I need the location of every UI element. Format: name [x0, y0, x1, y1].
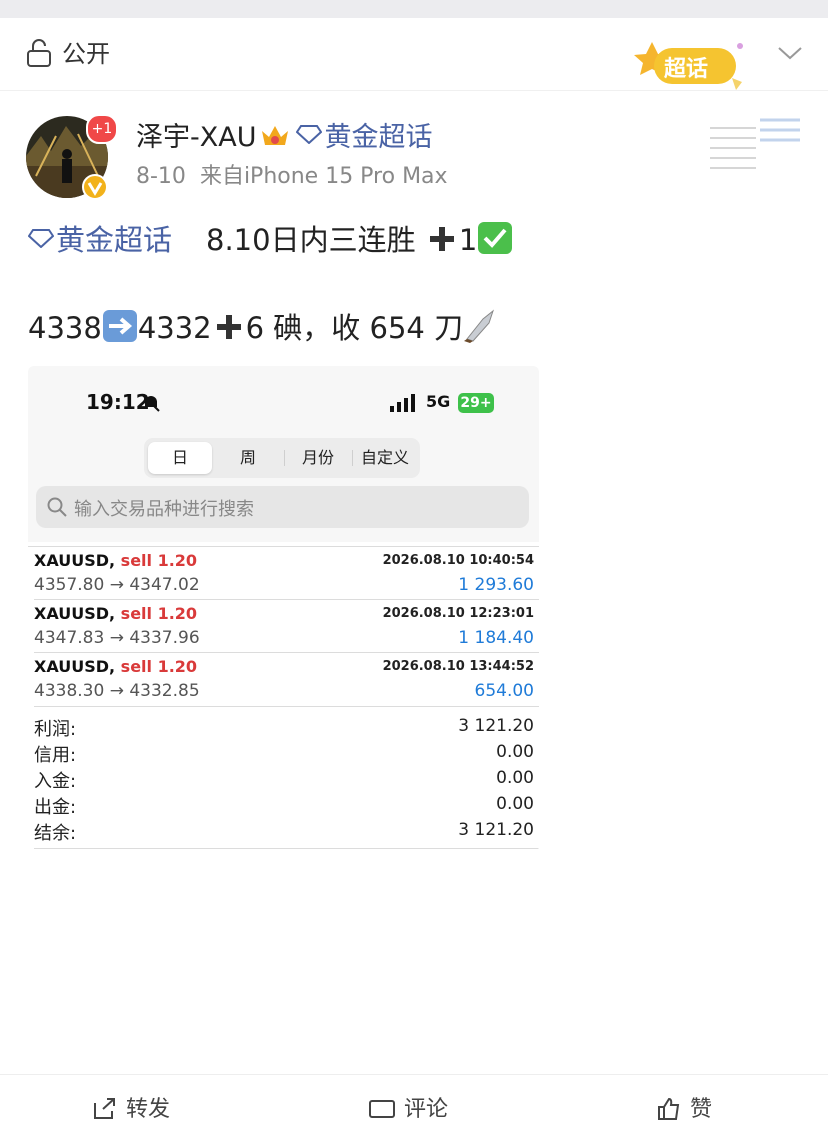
knife-icon	[464, 309, 495, 343]
crown-icon	[262, 126, 289, 145]
trade-symbol-label: XAUUSD,	[34, 604, 116, 623]
divider	[34, 706, 539, 707]
post-source: 来自iPhone 15 Pro Max	[199, 164, 448, 189]
trade-side: sell 1.20	[120, 551, 198, 570]
status-network: 5G	[426, 392, 451, 411]
author-topic-link[interactable]: 黄金超话	[290, 122, 432, 153]
tab-divider	[352, 450, 353, 466]
supertopic-badge-label: 超话	[664, 57, 709, 82]
post-meta: 8-10 来自iPhone 15 Pro Max	[136, 162, 462, 192]
summary-value-deposit: 0.00	[496, 768, 534, 788]
author-line: 泽宇-XAU 黄金超话	[136, 120, 432, 156]
trade-time: 2026.08.10 10:40:54	[382, 553, 534, 568]
post-date: 8-10	[136, 164, 186, 189]
search-input[interactable]: 输入交易品种进行搜索	[36, 486, 529, 528]
tab-custom[interactable]: 自定义	[354, 442, 416, 474]
post-topic-link[interactable]: 黄金超话	[28, 223, 172, 257]
trade-symbol: XAUUSD, sell 1.20	[34, 657, 197, 676]
summary-value-withdrawal: 0.00	[496, 794, 534, 814]
trade-profit: 654.00	[474, 681, 534, 701]
like-label: 赞	[690, 1097, 713, 1122]
summary-label-balance: 结余:	[34, 823, 77, 844]
tab-day[interactable]: 日	[148, 442, 212, 474]
summary-value-credit: 0.00	[496, 742, 534, 762]
post-topic-label: 黄金超话	[56, 223, 173, 257]
summary-label-credit: 信用:	[34, 745, 77, 766]
post-line2-price-b: 4332	[137, 311, 212, 345]
author-name[interactable]: 泽宇-XAU	[136, 122, 256, 153]
trade-prices: 4357.80 → 4347.02	[34, 575, 200, 595]
visibility-label[interactable]: 公开	[62, 38, 110, 70]
notification-badge: +1	[86, 114, 118, 144]
comment-icon	[369, 1100, 395, 1118]
comment-button[interactable]: 评论	[368, 1091, 448, 1123]
trade-time: 2026.08.10 12:23:01	[382, 606, 534, 621]
post-line2-result: 6 碘，收 654 刀	[245, 311, 464, 345]
trade-symbol: XAUUSD, sell 1.20	[34, 604, 197, 623]
trade-time: 2026.08.10 13:44:52	[382, 659, 534, 674]
divider	[28, 546, 539, 547]
trade-symbol-label: XAUUSD,	[34, 551, 116, 570]
trade-screenshot[interactable]: 19:12 5G 29+ 日 周 月份 自定义 输入交易品种进行搜索 XAUUS…	[28, 366, 539, 852]
repost-label: 转发	[126, 1097, 171, 1122]
summary-label-withdrawal: 出金:	[34, 797, 77, 818]
action-bar: 转发 评论 赞	[0, 1074, 828, 1122]
signal-icon	[390, 394, 415, 412]
trade-side: sell 1.20	[120, 657, 198, 676]
repost-button[interactable]: 转发	[92, 1091, 170, 1123]
summary-value-profit: 3 121.20	[458, 716, 534, 736]
search-placeholder: 输入交易品种进行搜索	[74, 499, 254, 520]
comment-label: 评论	[404, 1097, 449, 1122]
author-topic-label: 黄金超话	[324, 122, 433, 153]
tab-week[interactable]: 周	[216, 442, 280, 474]
trade-symbol: XAUUSD, sell 1.20	[34, 551, 197, 570]
top-strip	[0, 0, 828, 18]
plus-icon	[429, 227, 454, 251]
divider	[34, 599, 539, 600]
summary-value-balance: 3 121.20	[458, 820, 534, 840]
like-icon	[658, 1097, 680, 1120]
tab-month[interactable]: 月份	[286, 442, 350, 474]
divider	[34, 652, 539, 653]
divider	[34, 848, 539, 849]
trade-symbol-label: XAUUSD,	[34, 657, 116, 676]
trade-profit: 1 293.60	[458, 575, 534, 595]
period-tabs: 日 周 月份 自定义	[144, 438, 420, 478]
summary-label-deposit: 入金:	[34, 771, 77, 792]
like-button[interactable]: 赞	[656, 1091, 712, 1123]
lock-icon	[27, 39, 51, 67]
tab-divider	[284, 450, 285, 466]
post-line-2: 4338 4332 6 碘，收 654 刀	[28, 308, 499, 348]
post-line1-text: 8.10日内三连胜	[206, 223, 416, 257]
summary-label-profit: 利润:	[34, 719, 77, 740]
search-icon	[47, 497, 67, 517]
diamond-icon	[296, 125, 323, 144]
battery-indicator: 29+	[458, 393, 494, 413]
repost-icon	[94, 1098, 115, 1119]
post-line2-price-a: 4338	[28, 311, 102, 345]
post-line-1: 黄金超话 8.10日内三连胜 1	[28, 220, 513, 260]
diamond-icon	[28, 229, 54, 248]
check-mark-icon	[478, 222, 513, 254]
trade-prices: 4347.83 → 4337.96	[34, 628, 200, 648]
post-line1-suffix: 1	[458, 223, 478, 257]
plus-icon	[216, 315, 241, 339]
arrow-right-icon	[102, 310, 137, 342]
verified-icon	[82, 174, 108, 200]
bell-mute-icon	[142, 394, 160, 412]
trade-prices: 4338.30 → 4332.85	[34, 681, 200, 701]
thumbnail-image[interactable]	[680, 108, 806, 192]
trade-side: sell 1.20	[120, 604, 198, 623]
trade-profit: 1 184.40	[458, 628, 534, 648]
chevron-down-icon[interactable]	[776, 44, 804, 62]
